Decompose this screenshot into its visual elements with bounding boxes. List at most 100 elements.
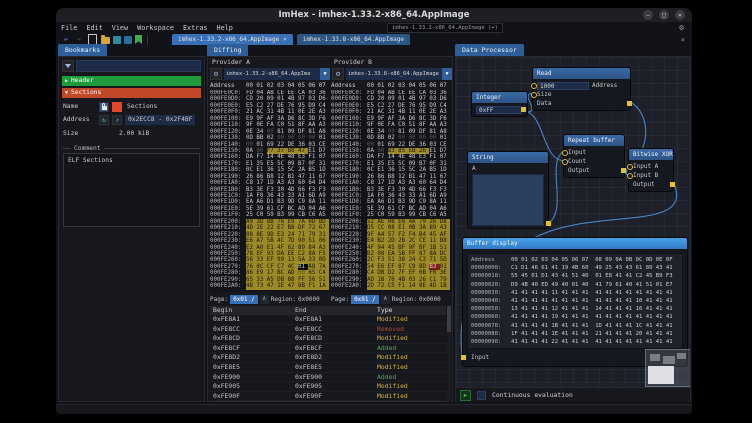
- redo-icon[interactable]: ↷: [74, 35, 84, 45]
- bookmark-sections-entry[interactable]: ▼Sections: [62, 88, 201, 98]
- node-xor-header[interactable]: Bitwise XOR: [629, 149, 673, 160]
- provider-a-select[interactable]: imhex-1.33.2-x86_64.AppIma ▼: [224, 68, 330, 80]
- node-repeat-header[interactable]: Repeat buffer: [564, 135, 624, 146]
- node-string-header[interactable]: String: [468, 152, 548, 163]
- string-textarea[interactable]: [472, 174, 544, 226]
- hex-byte[interactable]: F1: [308, 283, 318, 289]
- hex-byte[interactable]: 73: [256, 283, 266, 289]
- column-header-begin[interactable]: Begin: [210, 306, 292, 315]
- node-read-header[interactable]: Read: [533, 68, 630, 79]
- hex-byte[interactable]: 1E: [277, 283, 287, 289]
- string-output-pin[interactable]: [546, 221, 551, 226]
- xor-output-pin[interactable]: [670, 182, 675, 187]
- open-folder-icon[interactable]: [101, 37, 110, 44]
- run-button[interactable]: ▶: [460, 390, 471, 401]
- node-read[interactable]: Read 1000 Address Size Data: [532, 67, 631, 111]
- read-data-output-pin[interactable]: [627, 101, 632, 106]
- global-search-input[interactable]: imhex-1.33.2-x86_64.AppImage (+): [387, 23, 503, 33]
- read-address-field[interactable]: 1000: [537, 82, 589, 90]
- hex-byte[interactable]: 2D: [367, 283, 377, 289]
- string-value[interactable]: A: [472, 165, 544, 173]
- tab-bookmarks[interactable]: Bookmarks: [58, 44, 107, 56]
- lock-button[interactable]: [99, 102, 109, 112]
- node-buffer-display-header[interactable]: Buffer display: [463, 238, 687, 249]
- menu-view[interactable]: View: [112, 24, 128, 32]
- column-header-end[interactable]: End: [292, 306, 374, 315]
- table-row[interactable]: 0xFE9050xFE905Modified: [210, 382, 446, 392]
- node-integer-header[interactable]: Integer: [472, 92, 527, 103]
- hex-byte[interactable]: F1: [398, 283, 408, 289]
- hex-byte[interactable]: 14: [409, 283, 419, 289]
- node-bitwise-xor[interactable]: Bitwise XOR Input A Input B Output: [628, 148, 674, 192]
- hex-byte[interactable]: 4D: [429, 283, 439, 289]
- tab-diffing[interactable]: Diffing: [207, 44, 248, 56]
- integer-value-field[interactable]: 0xFF: [476, 106, 522, 114]
- repeat-input-pin[interactable]: [562, 150, 568, 156]
- table-row[interactable]: 0xFE91F0xFE91FAdded: [210, 401, 446, 402]
- repeat-output-pin[interactable]: [621, 168, 626, 173]
- collapse-icon[interactable]: ∧: [381, 295, 390, 304]
- menu-extras[interactable]: Extras: [183, 24, 208, 32]
- node-buffer-display[interactable]: Buffer display Address00 01 02 03 04 05 …: [462, 237, 688, 367]
- collapse-icon[interactable]: ∧: [260, 295, 269, 304]
- title-bar[interactable]: ImHex - imhex-1.33.2-x86_64.AppImage –□×: [56, 8, 692, 22]
- bookmark-header-entry[interactable]: ▶Header: [62, 76, 201, 86]
- table-row[interactable]: 0xFE8A10xFE8A1Modified: [210, 315, 446, 325]
- bookmark-icon[interactable]: [135, 35, 142, 44]
- node-canvas[interactable]: Integer 0xFF Read 1000 Address Size Data: [456, 57, 690, 388]
- provider-a-settings-gear-icon[interactable]: ⚙: [210, 68, 222, 80]
- filter-button[interactable]: [62, 60, 74, 72]
- node-integer[interactable]: Integer 0xFF: [471, 91, 528, 117]
- integer-output-pin[interactable]: [521, 107, 526, 112]
- file-tab-1[interactable]: imhex-1.33.8-x86_64.AppImage: [297, 34, 410, 45]
- hex-byte[interactable]: 72: [377, 283, 387, 289]
- hex-byte[interactable]: 47: [267, 283, 277, 289]
- tab-data-processor[interactable]: Data Processor: [455, 44, 524, 56]
- node-repeat-buffer[interactable]: Repeat buffer Input Count Output: [563, 134, 625, 178]
- xor-input-b-pin[interactable]: [627, 173, 633, 179]
- tasks-gear-icon[interactable]: ⚙: [679, 22, 684, 33]
- table-row[interactable]: 0xFE9000xFE900Added: [210, 373, 446, 383]
- refresh-icon[interactable]: ↻: [99, 115, 109, 125]
- table-row[interactable]: 0xFE8E50xFE8E5Modified: [210, 363, 446, 373]
- maximize-button[interactable]: □: [659, 10, 669, 20]
- menu-help[interactable]: Help: [217, 24, 233, 32]
- jump-to-icon[interactable]: ↗: [112, 115, 122, 125]
- menu-file[interactable]: File: [61, 24, 77, 32]
- table-row[interactable]: 0xFE90F0xFE90FModified: [210, 392, 446, 402]
- save-as-icon[interactable]: [124, 36, 132, 44]
- hex-byte[interactable]: 47: [288, 283, 298, 289]
- read-address-input-pin[interactable]: [531, 83, 537, 89]
- table-row[interactable]: 0xFE8CD0xFE8CDModified: [210, 334, 446, 344]
- node-string[interactable]: String A: [467, 151, 549, 229]
- menu-edit[interactable]: Edit: [86, 24, 102, 32]
- hex-byte[interactable]: C5: [388, 283, 398, 289]
- repeat-count-pin[interactable]: [562, 159, 568, 165]
- close-button[interactable]: ×: [675, 10, 685, 20]
- column-header-type[interactable]: Type: [374, 306, 446, 315]
- scrollbar-thumb[interactable]: [447, 306, 451, 332]
- page-value-input[interactable]: 0x01 /: [351, 295, 379, 304]
- table-scrollbar[interactable]: [447, 306, 451, 402]
- minimize-button[interactable]: –: [643, 10, 653, 20]
- bookmark-filter-input[interactable]: [76, 60, 201, 72]
- table-row[interactable]: 0xFE8CF0xFE8CFAdded: [210, 344, 446, 354]
- table-row[interactable]: 0xFE8CC0xFE8CCRemoved: [210, 325, 446, 335]
- minimap-viewport[interactable]: [648, 366, 674, 384]
- hex-byte[interactable]: 1B: [440, 283, 450, 289]
- tab-bar-close-icon[interactable]: ×: [681, 36, 685, 44]
- continuous-evaluation-checkbox[interactable]: [477, 391, 486, 400]
- tab-close-icon[interactable]: ×: [283, 34, 287, 45]
- menu-workspace[interactable]: Workspace: [137, 24, 174, 32]
- hex-byte[interactable]: 4B: [246, 283, 256, 289]
- save-icon[interactable]: [113, 36, 121, 44]
- provider-b-settings-gear-icon[interactable]: ⚙: [332, 68, 344, 80]
- hex-byte[interactable]: 8B: [298, 283, 308, 289]
- node-graph-minimap[interactable]: [645, 349, 690, 387]
- undo-icon[interactable]: ↶: [61, 35, 71, 45]
- hex-byte[interactable]: 8E: [419, 283, 429, 289]
- buffer-input-pin[interactable]: [461, 355, 466, 360]
- read-size-input-pin[interactable]: [531, 92, 537, 98]
- bookmark-color-swatch[interactable]: [112, 102, 122, 112]
- provider-b-select[interactable]: imhex-1.33.8-x86_64.AppImage ▼: [346, 68, 452, 80]
